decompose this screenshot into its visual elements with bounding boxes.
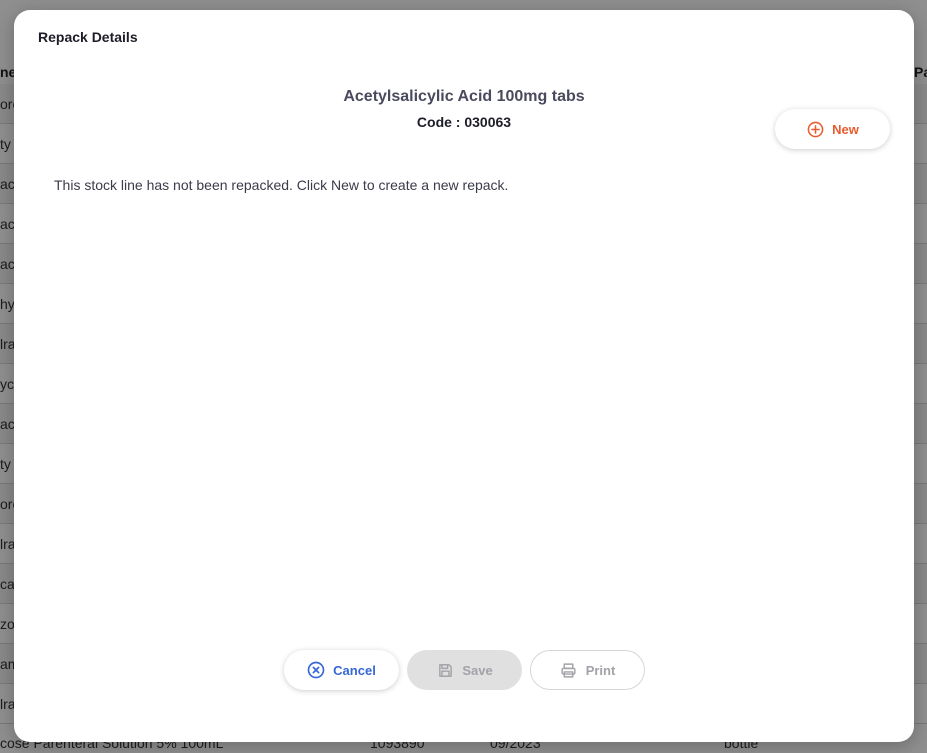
printer-icon [560, 661, 578, 679]
print-button[interactable]: Print [530, 650, 645, 690]
plus-circle-icon [806, 120, 824, 138]
item-code-value: 030063 [464, 114, 512, 130]
save-icon [436, 661, 454, 679]
print-button-label: Print [585, 662, 616, 678]
empty-repack-message: This stock line has not been repacked. C… [54, 177, 509, 193]
x-circle-icon [307, 661, 325, 679]
item-name: Acetylsalicylic Acid 100mg tabs [343, 88, 585, 105]
new-button-label: New [832, 121, 859, 137]
cancel-button-label: Cancel [333, 662, 376, 678]
item-code-label: Code : [416, 114, 461, 130]
save-button[interactable]: Save [407, 650, 522, 690]
save-button-label: Save [462, 662, 493, 678]
repack-details-modal: Repack Details Acetylsalicylic Acid 100m… [14, 10, 914, 742]
cancel-button[interactable]: Cancel [284, 650, 399, 690]
new-repack-button[interactable]: New [775, 109, 890, 149]
modal-title: Repack Details [38, 29, 138, 45]
